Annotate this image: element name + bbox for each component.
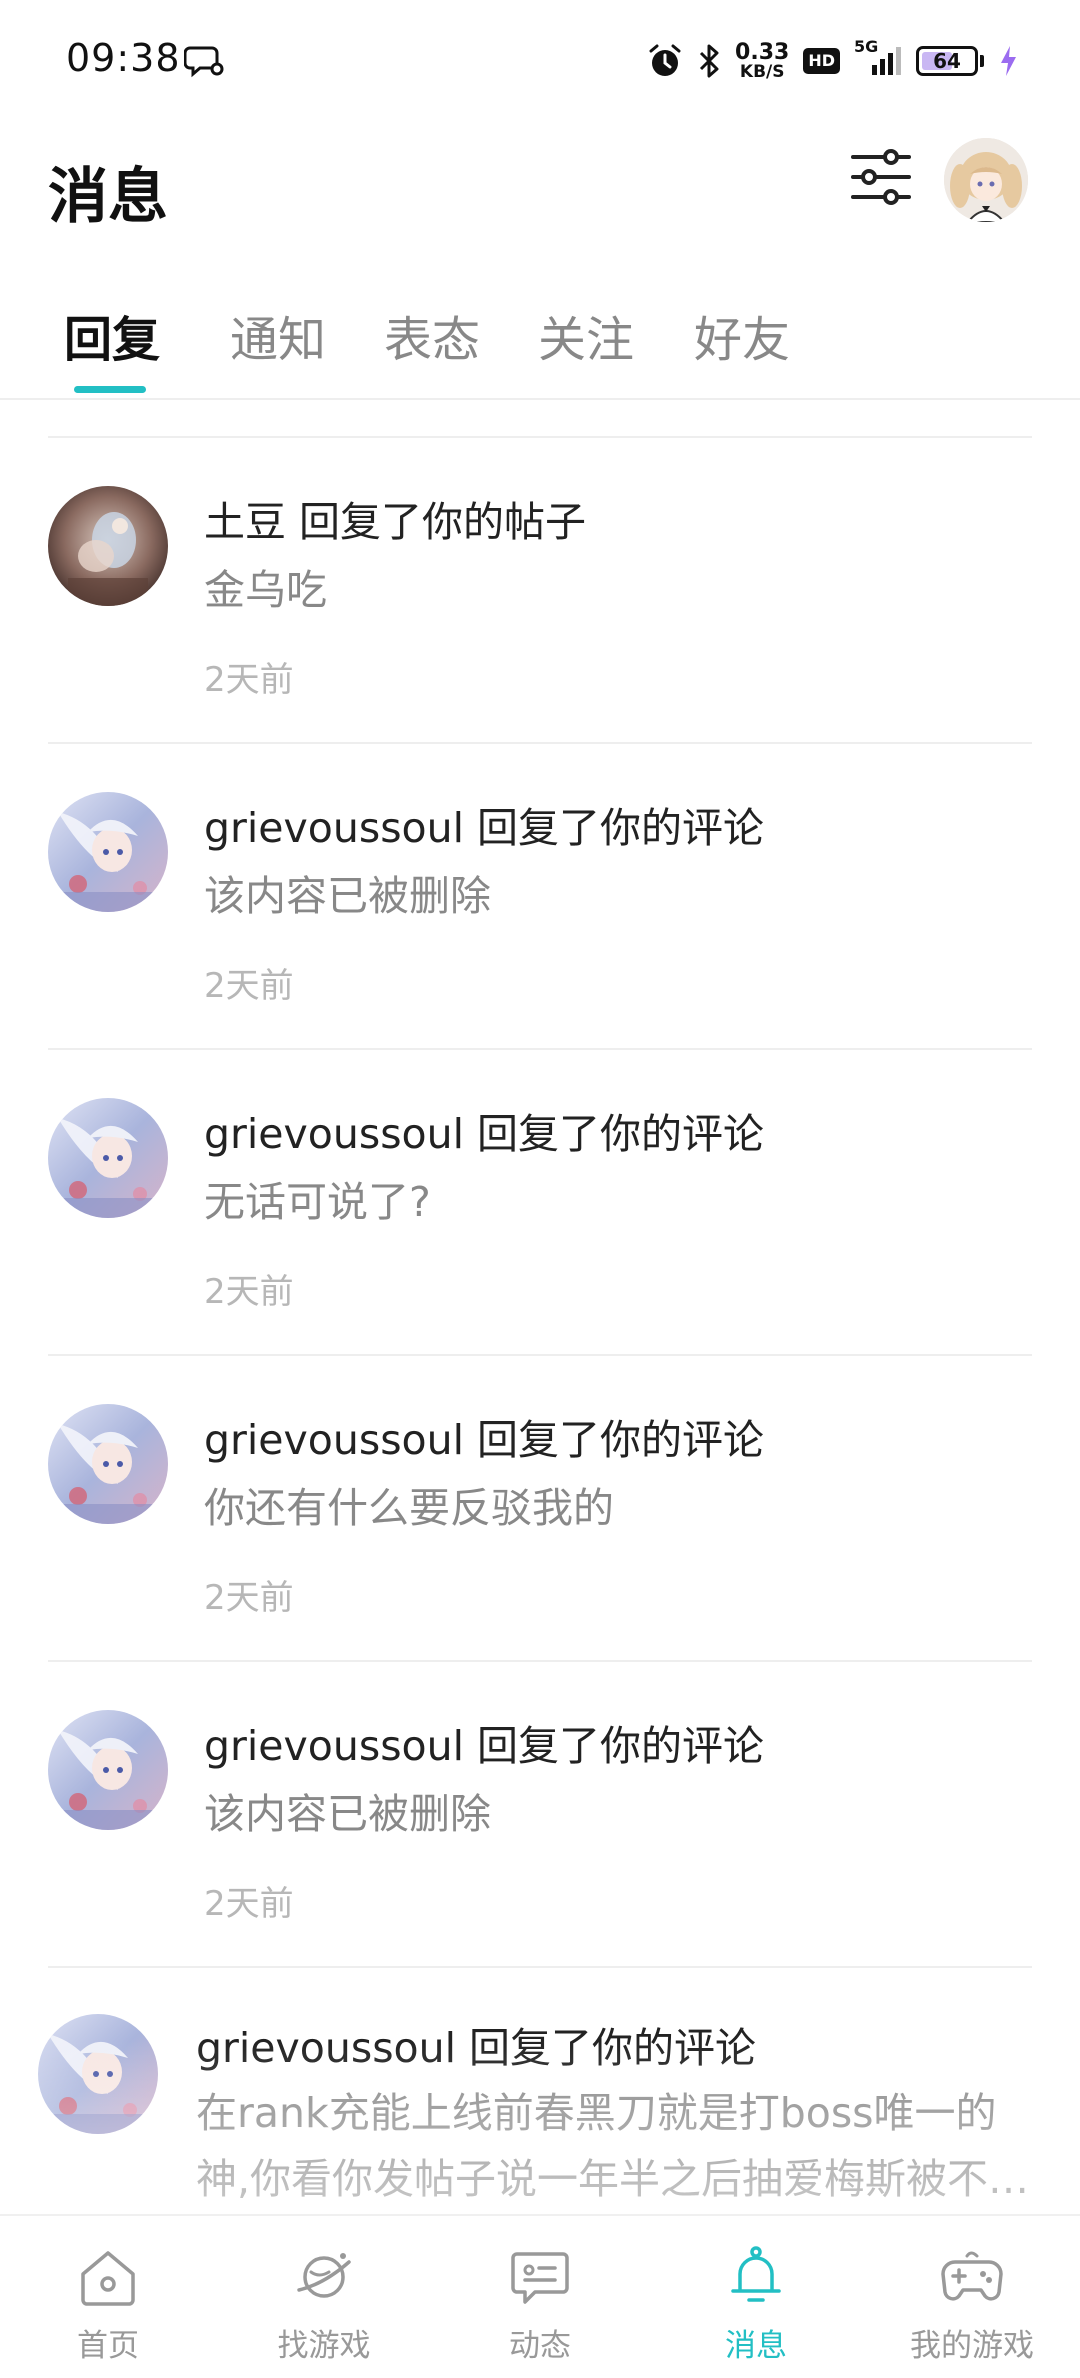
network-type: 5G	[854, 37, 879, 56]
header: 消息	[0, 118, 1080, 248]
tab-follows[interactable]: 关注	[538, 300, 634, 370]
battery-percent: 64	[933, 49, 961, 73]
tab-friends[interactable]: 好友	[694, 300, 790, 370]
hd-badge: HD	[803, 48, 840, 74]
message-item[interactable]: 土豆 回复了你的帖子 金乌吃 2天前	[0, 438, 1080, 744]
message-body: 该内容已被删除	[204, 1790, 491, 1838]
message-item[interactable]: grievoussoul 回复了你的评论 你还有什么要反驳我的 2天前	[0, 1356, 1080, 1662]
message-body: 在rank充能上线前春黑刀就是打boss唯一的神,你看你发帖子说一年半之后抽爱梅…	[196, 2089, 1030, 2203]
message-title: grievoussoul 回复了你的评论	[204, 804, 765, 852]
home-icon	[81, 2251, 135, 2306]
nav-messages[interactable]: 消息	[648, 2216, 864, 2378]
user-avatar[interactable]	[48, 1404, 168, 1524]
message-body: 你还有什么要反驳我的	[204, 1484, 614, 1532]
bottom-nav: 首页 找游戏 动态 消息 我的游戏	[0, 2214, 1080, 2378]
nav-home[interactable]: 首页	[0, 2216, 216, 2378]
signal-icon: 5G	[854, 37, 902, 79]
chat-bubble-icon	[183, 44, 224, 78]
nav-label: 找游戏	[277, 2328, 371, 2364]
nav-label: 动态	[509, 2328, 571, 2364]
nav-my-games[interactable]: 我的游戏	[864, 2216, 1080, 2378]
net-speed-value: 0.33	[735, 39, 790, 65]
message-title: grievoussoul 回复了你的评论	[204, 1110, 765, 1158]
feed-card-icon	[511, 2252, 569, 2304]
planet-icon	[297, 2253, 351, 2298]
nav-find-games[interactable]: 找游戏	[216, 2216, 432, 2378]
message-item[interactable]: grievoussoul 回复了你的评论 无话可说了? 2天前	[0, 1050, 1080, 1356]
message-time: 2天前	[204, 1272, 294, 1312]
status-icons: 0.33 KB/S HD 5G 64	[647, 37, 1018, 84]
user-avatar[interactable]	[38, 2014, 158, 2134]
message-body: 无话可说了?	[204, 1178, 431, 1226]
battery-icon: 64	[916, 46, 984, 76]
message-title: grievoussoul 回复了你的评论	[196, 2024, 757, 2072]
status-bar: 09:38 0.33 KB/S HD 5G 64	[0, 0, 1080, 118]
tab-notifications[interactable]: 通知	[230, 300, 326, 370]
tab-reactions[interactable]: 表态	[384, 300, 480, 370]
message-body: 该内容已被删除	[204, 872, 491, 920]
user-avatar[interactable]	[48, 1098, 168, 1218]
page-title: 消息	[48, 162, 168, 232]
message-item[interactable]: grievoussoul 回复了你的评论 该内容已被删除 2天前	[0, 744, 1080, 1050]
net-speed-unit: KB/S	[739, 61, 785, 82]
user-avatar[interactable]	[48, 486, 168, 606]
status-time: 09:38	[66, 36, 181, 80]
net-speed: 0.33 KB/S	[735, 39, 790, 82]
message-time: 2天前	[204, 966, 294, 1006]
nav-label: 我的游戏	[910, 2328, 1034, 2364]
bluetooth-icon	[697, 43, 721, 79]
profile-avatar[interactable]	[944, 138, 1028, 222]
sliders-icon	[851, 149, 911, 205]
alarm-icon	[647, 43, 683, 79]
gamepad-icon	[941, 2251, 1003, 2301]
nav-label: 消息	[725, 2328, 787, 2364]
message-tabs: 回复 通知 表态 关注 好友	[0, 290, 1080, 400]
nav-feed[interactable]: 动态	[432, 2216, 648, 2378]
message-time: 2天前	[204, 660, 294, 700]
message-time: 2天前	[204, 1578, 294, 1618]
active-tab-indicator	[74, 386, 146, 393]
message-title: grievoussoul 回复了你的评论	[204, 1722, 765, 1770]
message-body: 金乌吃	[204, 566, 327, 614]
charging-icon	[998, 44, 1018, 78]
tab-reply[interactable]: 回复	[64, 300, 160, 370]
filter-button[interactable]	[848, 144, 914, 210]
message-time: 2天前	[204, 1884, 294, 1924]
user-avatar[interactable]	[48, 792, 168, 912]
user-avatar[interactable]	[48, 1710, 168, 1830]
message-title: 土豆 回复了你的帖子	[204, 498, 587, 546]
bell-icon	[731, 2246, 781, 2302]
message-title: grievoussoul 回复了你的评论	[204, 1416, 765, 1464]
message-item[interactable]: grievoussoul 回复了你的评论 该内容已被删除 2天前	[0, 1662, 1080, 1968]
nav-label: 首页	[77, 2328, 139, 2364]
